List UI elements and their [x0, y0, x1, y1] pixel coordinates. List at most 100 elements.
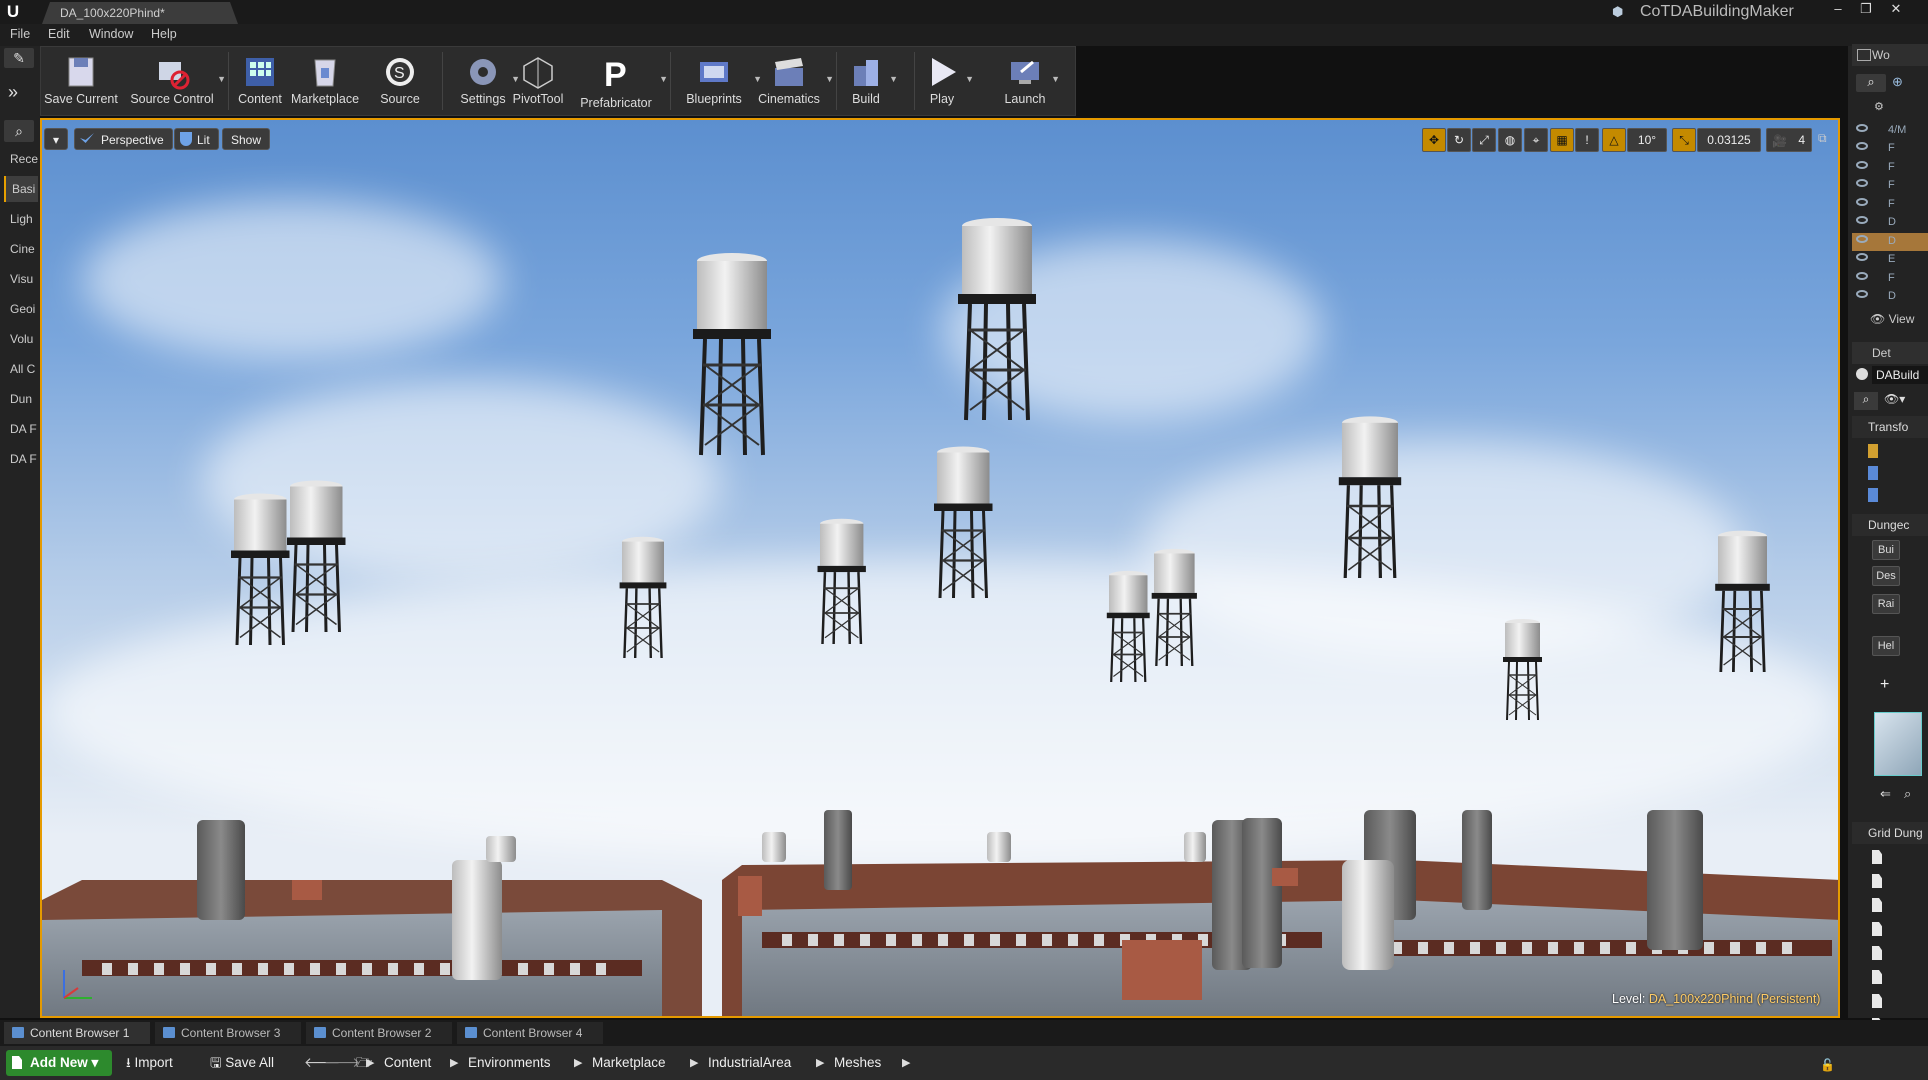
outliner-row[interactable]: D: [1852, 288, 1928, 306]
outliner-settings-icon[interactable]: ⚙: [1874, 100, 1894, 116]
viewport-options-dropdown[interactable]: ▾: [44, 128, 68, 150]
surface-snap-icon[interactable]: ⌖: [1524, 128, 1548, 152]
level-viewport[interactable]: [40, 118, 1840, 1018]
chevron-right-icon[interactable]: ▶: [574, 1052, 582, 1074]
chevron-down-icon[interactable]: ▼: [965, 74, 974, 84]
save-current-button[interactable]: Save Current: [44, 48, 118, 112]
build-button[interactable]: Build ▼: [842, 48, 898, 112]
build-dungeon-button[interactable]: Bui: [1872, 540, 1900, 560]
outliner-search-icon[interactable]: ⌕: [1856, 74, 1886, 92]
outliner-row[interactable]: F: [1852, 196, 1928, 214]
import-button[interactable]: ⭳ Import: [126, 1052, 173, 1074]
content-browser-tab[interactable]: Content Browser 3: [155, 1022, 301, 1044]
outliner-row[interactable]: 4/M: [1852, 122, 1928, 140]
rotation-snap-value[interactable]: 10°: [1627, 128, 1667, 152]
search-icon[interactable]: ⌕: [4, 120, 34, 142]
marketplace-button[interactable]: Marketplace: [290, 48, 360, 112]
save-all-button[interactable]: 🖫 Save All: [210, 1052, 274, 1074]
document-tab[interactable]: DA_100x220Phind*: [42, 2, 238, 24]
help-button[interactable]: Hel: [1872, 636, 1900, 656]
minimize-button[interactable]: –: [1826, 0, 1850, 18]
content-browser-tab[interactable]: Content Browser 1: [4, 1022, 150, 1044]
menu-help[interactable]: Help: [151, 27, 177, 41]
visibility-eye-icon[interactable]: [1856, 179, 1868, 187]
use-selected-icon[interactable]: ⇐: [1880, 786, 1891, 802]
details-eye-icon[interactable]: 👁▾: [1884, 392, 1908, 410]
breadcrumb-item[interactable]: Meshes: [834, 1052, 881, 1074]
source-button[interactable]: S Source: [376, 48, 424, 112]
chevron-down-icon[interactable]: ▼: [1051, 74, 1060, 84]
expand-chevron-icon[interactable]: »: [8, 82, 18, 103]
content-browser-tab[interactable]: Content Browser 4: [457, 1022, 603, 1044]
browse-asset-icon[interactable]: ⌕: [1904, 786, 1911, 802]
close-button[interactable]: ✕: [1884, 0, 1908, 18]
randomize-seed-button[interactable]: Rai: [1872, 594, 1900, 614]
visibility-eye-icon[interactable]: [1856, 197, 1868, 206]
visibility-eye-icon[interactable]: [1856, 142, 1868, 150]
source-control-button[interactable]: Source Control ▼: [126, 48, 226, 112]
visibility-eye-icon[interactable]: [1856, 124, 1868, 132]
maximize-viewport-icon[interactable]: ⧉: [1818, 131, 1827, 146]
breadcrumb-item[interactable]: Content: [384, 1052, 431, 1074]
visibility-eye-icon[interactable]: [1856, 290, 1868, 298]
rotate-tool-icon[interactable]: ↻: [1447, 128, 1471, 152]
outliner-row[interactable]: F: [1852, 270, 1928, 288]
lock-icon[interactable]: 🔓: [1820, 1058, 1835, 1072]
add-icon[interactable]: +: [1880, 676, 1889, 694]
category-item[interactable]: Volu: [4, 326, 38, 352]
menu-file[interactable]: File: [10, 27, 30, 41]
details-tab[interactable]: Det: [1852, 342, 1928, 364]
category-item[interactable]: Ligh: [4, 206, 38, 232]
breadcrumb-item[interactable]: Environments: [468, 1052, 551, 1074]
launch-button[interactable]: Launch ▼: [998, 48, 1060, 112]
scale-snap-icon[interactable]: ⤡: [1672, 128, 1696, 152]
chevron-down-icon[interactable]: ▼: [825, 74, 834, 84]
cinematics-button[interactable]: Cinematics ▼: [752, 48, 834, 112]
category-item[interactable]: Basi: [4, 176, 38, 202]
category-item[interactable]: DA F: [4, 446, 38, 472]
maximize-button[interactable]: ❐: [1854, 0, 1878, 18]
transform-section[interactable]: Transfo: [1852, 416, 1928, 438]
chevron-down-icon[interactable]: ▼: [217, 74, 226, 84]
breadcrumb-item[interactable]: IndustrialArea: [708, 1052, 791, 1074]
outliner-row[interactable]: E: [1852, 251, 1928, 269]
visibility-eye-icon[interactable]: [1856, 216, 1868, 224]
visibility-eye-icon[interactable]: [1856, 234, 1868, 243]
content-button[interactable]: Content: [236, 48, 284, 112]
world-space-icon[interactable]: ◍: [1498, 128, 1522, 152]
visibility-eye-icon[interactable]: [1856, 160, 1868, 169]
view-options-button[interactable]: 👁 View: [1870, 312, 1914, 326]
category-item[interactable]: Geoi: [4, 296, 38, 322]
asset-thumbnail[interactable]: [1874, 712, 1922, 776]
prefabricator-button[interactable]: P Prefabricator ▼: [572, 48, 668, 112]
category-item[interactable]: Dun: [4, 386, 38, 412]
chevron-right-icon[interactable]: ▶: [450, 1052, 458, 1074]
breadcrumb-item[interactable]: Marketplace: [592, 1052, 666, 1074]
category-item[interactable]: Rece: [4, 146, 38, 172]
outliner-row[interactable]: D: [1852, 232, 1928, 251]
category-item[interactable]: Cine: [4, 236, 38, 262]
pivottool-button[interactable]: PivotTool: [512, 48, 564, 112]
visibility-eye-icon[interactable]: [1856, 253, 1868, 261]
blueprints-button[interactable]: Blueprints ▼: [674, 48, 762, 112]
settings-button[interactable]: Settings ▼: [454, 48, 520, 112]
grid-size-value[interactable]: !: [1575, 128, 1599, 152]
outliner-add-icon[interactable]: ⊕: [1892, 74, 1912, 92]
rotation-snap-icon[interactable]: △: [1602, 128, 1626, 152]
chevron-right-icon[interactable]: ▶: [366, 1052, 374, 1074]
destroy-dungeon-button[interactable]: Des: [1872, 566, 1900, 586]
category-item[interactable]: Visu: [4, 266, 38, 292]
chevron-down-icon[interactable]: ▼: [889, 74, 898, 84]
category-item[interactable]: DA F: [4, 416, 38, 442]
grid-dungeon-section[interactable]: Grid Dung: [1852, 822, 1928, 844]
place-mode-icon[interactable]: ✎: [4, 48, 34, 68]
scale-snap-value[interactable]: 0.03125: [1697, 128, 1761, 152]
scale-tool-icon[interactable]: ⤢: [1472, 128, 1496, 152]
show-button[interactable]: Show: [222, 128, 271, 150]
menu-window[interactable]: Window: [89, 27, 133, 41]
translate-tool-icon[interactable]: ✥: [1422, 128, 1446, 152]
chevron-right-icon[interactable]: ▶: [816, 1052, 824, 1074]
outliner-row[interactable]: F: [1852, 159, 1928, 177]
content-browser-tab[interactable]: Content Browser 2: [306, 1022, 452, 1044]
chevron-down-icon[interactable]: ▼: [659, 74, 668, 84]
